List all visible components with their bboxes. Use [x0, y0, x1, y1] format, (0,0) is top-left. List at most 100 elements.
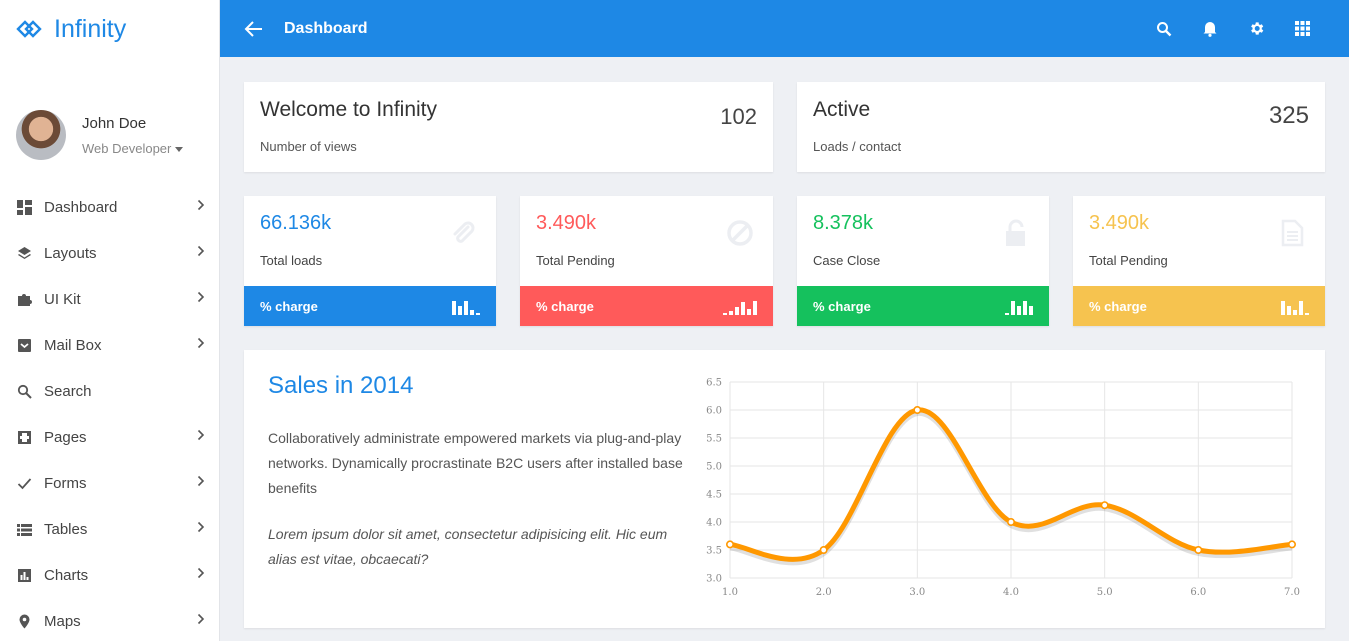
sidebar-item-label: Pages	[44, 428, 87, 446]
sidebar-item-dashboard[interactable]: Dashboard	[0, 184, 219, 230]
sidebar-item-pages[interactable]: Pages	[0, 414, 219, 460]
user-role-dropdown[interactable]: Web Developer	[82, 140, 184, 156]
mini-bars-icon	[1281, 297, 1309, 315]
sidebar-item-maps[interactable]: Maps	[0, 598, 219, 641]
document-icon	[1281, 219, 1304, 247]
x-tick-label: 7.0	[1284, 587, 1300, 598]
sidebar-item-charts[interactable]: Charts	[0, 552, 219, 598]
brand-name: Infinity	[54, 14, 127, 43]
user-role: Web Developer	[82, 140, 172, 156]
sidebar-item-label: Search	[44, 382, 92, 400]
y-tick-label: 6.5	[706, 378, 722, 389]
x-tick-label: 4.0	[1003, 587, 1019, 598]
info-card-subtitle: Number of views	[260, 139, 357, 154]
data-point	[819, 546, 828, 555]
sidebar-item-forms[interactable]: Forms	[0, 460, 219, 506]
settings-button[interactable]	[1233, 20, 1279, 37]
bell-icon	[1203, 22, 1217, 37]
info-card-title: Welcome to Infinity	[260, 98, 438, 121]
stat-footer[interactable]: % charge	[1073, 286, 1325, 326]
data-point	[1006, 518, 1015, 527]
stat-label: Total Pending	[1089, 253, 1168, 268]
info-card-subtitle: Loads / contact	[813, 139, 902, 154]
apps-grid-icon	[1294, 21, 1310, 36]
dashboard-icon	[16, 199, 32, 215]
info-card-views: Welcome to Infinity Number of views 102	[244, 82, 773, 172]
stat-footer[interactable]: % charge	[244, 286, 496, 326]
user-name: John Doe	[82, 114, 147, 132]
sidebar-nav: Dashboard Layouts UI Kit Mail Box Search Page…	[0, 184, 219, 641]
unlock-icon	[1006, 219, 1025, 246]
sidebar-item-label: Layouts	[44, 244, 97, 262]
stat-footer-label: % charge	[1089, 298, 1147, 314]
apps-button[interactable]	[1279, 21, 1325, 36]
sidebar: Infinity John Doe Web Developer Dashboar…	[0, 0, 220, 641]
y-tick-label: 4.5	[706, 490, 722, 501]
stat-value: 3.490k	[1089, 212, 1150, 234]
avatar[interactable]	[16, 110, 66, 160]
data-point	[913, 405, 922, 414]
sidebar-item-label: Maps	[44, 612, 81, 630]
sidebar-item-search[interactable]: Search	[0, 368, 219, 414]
sales-line-chart: 3.0 3.5 4.0 4.5 5.0 5.5 6.0 6.5 1.0 2.0 3.0 4.0 5.0 6…	[706, 378, 1300, 599]
brand[interactable]: Infinity	[0, 0, 219, 58]
y-tick-label: 3.5	[706, 546, 722, 557]
stat-card-case-close: 8.378k Case Close % charge	[797, 196, 1049, 326]
sales-description: Collaboratively administrate empowered m…	[268, 430, 683, 496]
mini-bars-icon	[1005, 297, 1033, 315]
back-arrow-icon[interactable]	[242, 17, 266, 41]
inbox-icon	[16, 337, 32, 353]
stat-label: Case Close	[813, 253, 881, 268]
bar-chart-icon	[16, 567, 32, 583]
stat-footer-label: % charge	[536, 298, 594, 314]
stat-card-total-loads: 66.136k Total loads % charge	[244, 196, 496, 326]
gear-icon	[1250, 22, 1263, 35]
y-tick-label: 3.0	[706, 574, 722, 585]
chevron-right-icon	[197, 244, 205, 262]
stat-footer[interactable]: % charge	[520, 286, 773, 326]
search-icon	[16, 383, 32, 399]
sidebar-item-tables[interactable]: Tables	[0, 506, 219, 552]
sidebar-item-label: Mail Box	[44, 336, 102, 354]
sidebar-item-layouts[interactable]: Layouts	[0, 230, 219, 276]
stat-label: Total loads	[260, 253, 323, 268]
chevron-right-icon	[197, 474, 205, 492]
data-point	[1287, 540, 1296, 549]
sales-quote: Lorem ipsum dolor sit amet, consectetur …	[268, 526, 668, 567]
search-button[interactable]	[1141, 21, 1187, 37]
y-tick-label: 4.0	[706, 518, 722, 529]
block-icon	[727, 220, 753, 246]
sidebar-item-label: Forms	[44, 474, 87, 492]
info-card-active: Active Loads / contact 325	[797, 82, 1325, 172]
notifications-button[interactable]	[1187, 20, 1233, 37]
data-point	[725, 540, 734, 549]
stat-label: Total Pending	[536, 253, 615, 268]
stat-footer[interactable]: % charge	[797, 286, 1049, 326]
puzzle-icon	[16, 291, 32, 307]
user-profile: John Doe Web Developer	[0, 58, 219, 188]
sidebar-item-ui-kit[interactable]: UI Kit	[0, 276, 219, 322]
chevron-right-icon	[197, 566, 205, 584]
x-tick-label: 5.0	[1097, 587, 1113, 598]
chevron-right-icon	[197, 198, 205, 216]
stat-card-total-pending: 3.490k Total Pending % charge	[520, 196, 773, 326]
stat-value: 8.378k	[813, 212, 874, 234]
x-tick-label: 2.0	[816, 587, 832, 598]
infinity-logo-icon	[16, 20, 42, 38]
stat-card-total-pending-2: 3.490k Total Pending % charge	[1073, 196, 1325, 326]
y-tick-label: 5.5	[706, 434, 722, 445]
info-card-title: Active	[813, 98, 871, 121]
mini-bars-icon	[723, 297, 757, 315]
sales-card: Sales in 2014 Collaboratively administra…	[244, 350, 1325, 628]
sidebar-item-mail-box[interactable]: Mail Box	[0, 322, 219, 368]
sidebar-item-label: Dashboard	[44, 198, 118, 216]
sidebar-item-label: Charts	[44, 566, 89, 584]
topbar: Dashboard	[220, 0, 1349, 57]
sidebar-item-label: UI Kit	[44, 290, 81, 308]
y-tick-label: 6.0	[706, 406, 722, 417]
data-point	[1194, 546, 1203, 555]
mini-bars-icon	[452, 297, 480, 315]
chevron-right-icon	[197, 520, 205, 538]
stat-footer-label: % charge	[813, 298, 871, 314]
check-icon	[16, 475, 32, 491]
